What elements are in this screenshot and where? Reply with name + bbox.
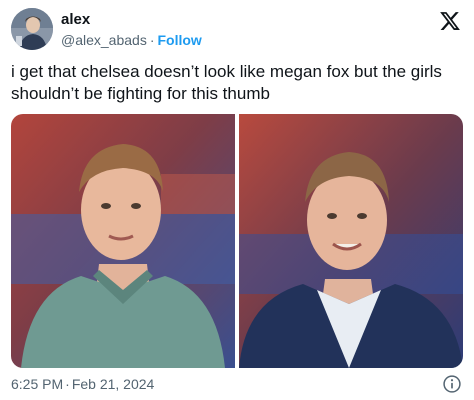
tweet-header: alex @alex_abads · Follow xyxy=(11,8,463,52)
user-handle[interactable]: @alex_abads xyxy=(61,32,147,48)
x-logo-icon[interactable] xyxy=(439,10,461,32)
tweet-card: alex @alex_abads · Follow i get that chels… xyxy=(0,0,474,400)
info-icon[interactable] xyxy=(442,374,462,394)
user-block: alex @alex_abads · Follow xyxy=(61,11,202,49)
photo-man-navy-suit xyxy=(239,114,463,368)
tweet-media[interactable] xyxy=(11,114,463,368)
timestamp-separator: · xyxy=(65,376,70,392)
avatar[interactable] xyxy=(11,8,53,50)
tweet-timestamp[interactable]: 6:25 PM · Feb 21, 2024 xyxy=(11,375,154,393)
tweet-text: i get that chelsea doesn’t look like meg… xyxy=(11,62,442,103)
media-photo-left[interactable] xyxy=(11,114,235,368)
photo-man-green-shirt xyxy=(11,114,235,368)
handle-row: @alex_abads · Follow xyxy=(61,31,202,49)
display-name[interactable]: alex xyxy=(61,11,202,29)
follow-button[interactable]: Follow xyxy=(158,32,202,48)
tweet-date: Feb 21, 2024 xyxy=(71,376,155,392)
media-photo-right[interactable] xyxy=(239,114,463,368)
tweet-time: 6:25 PM xyxy=(11,376,64,392)
handle-separator: · xyxy=(149,32,155,48)
avatar-image xyxy=(11,8,53,50)
